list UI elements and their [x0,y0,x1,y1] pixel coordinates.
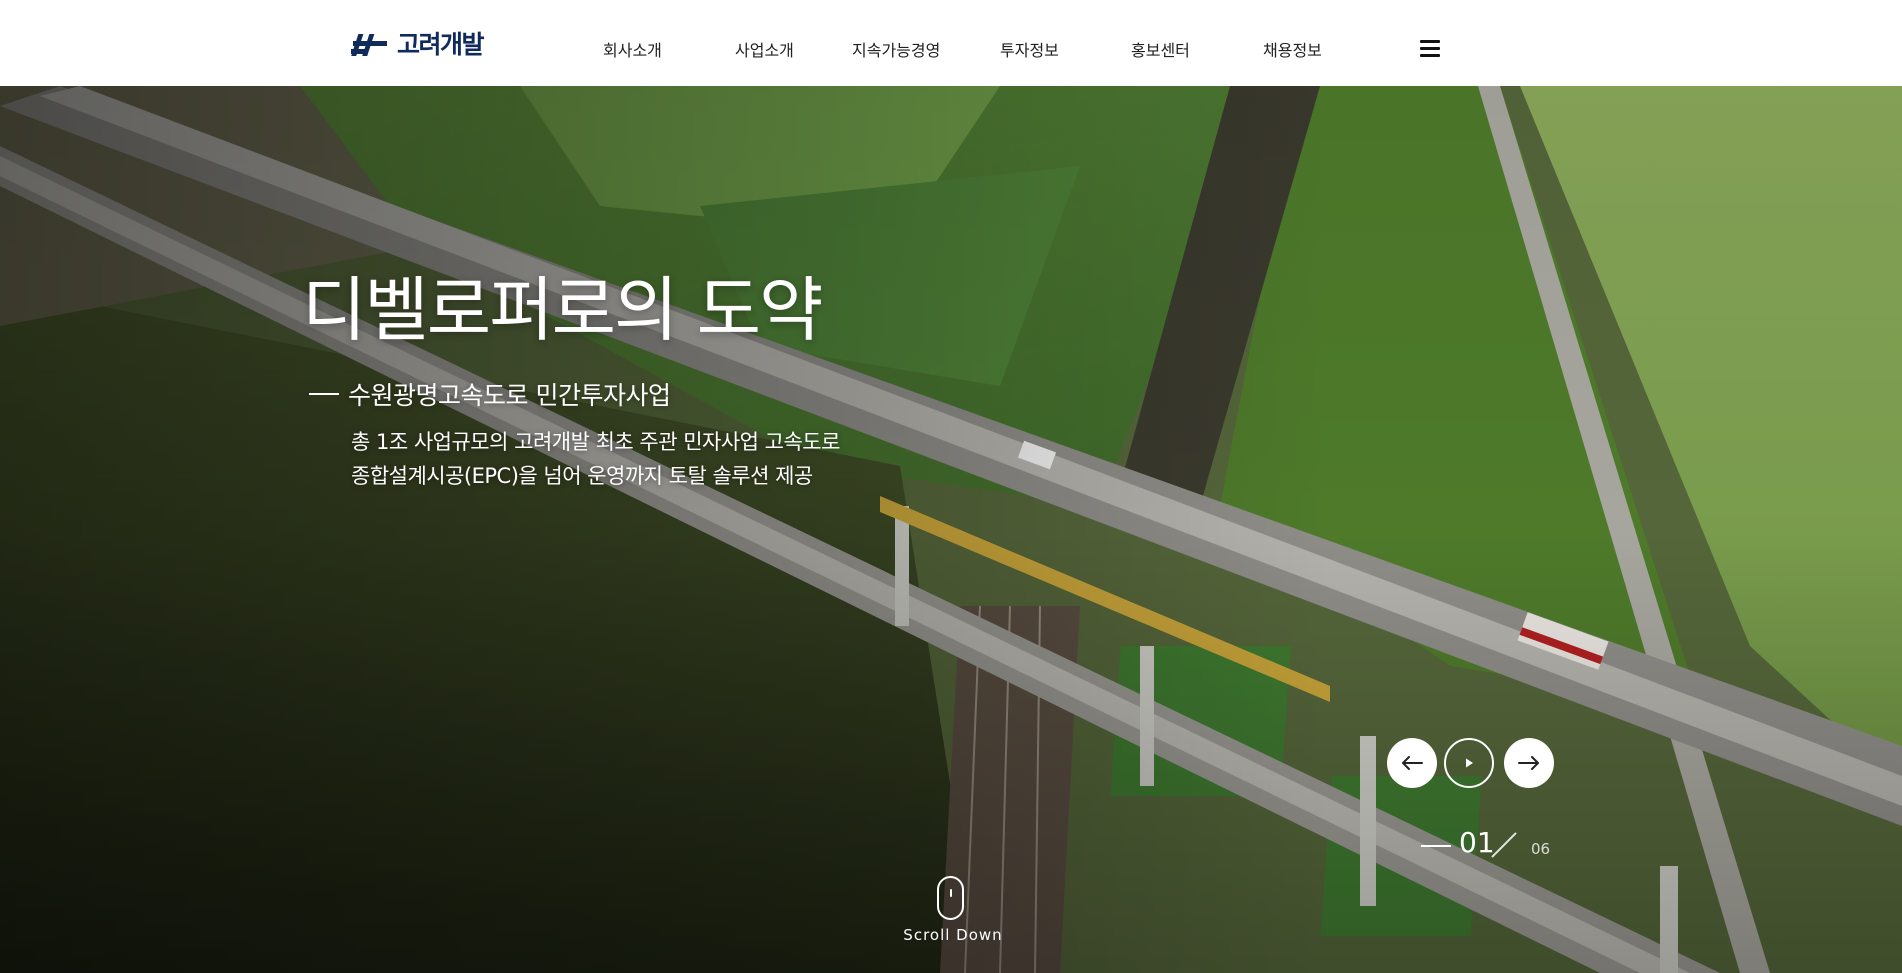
hero-description-line: 총 1조 사업규모의 고려개발 최초 주관 민자사업 고속도로 [351,430,840,454]
hamburger-icon[interactable] [1419,38,1443,59]
logo[interactable]: 고려개발 [351,30,485,59]
hero-title: 디벨로퍼로의 도약 [302,269,823,351]
slide-total: 06 [1531,840,1551,858]
mouse-icon [937,876,964,920]
site-header: 고려개발 회사소개 사업소개 지속가능경영 투자정보 홍보센터 채용정보 [0,0,1902,86]
nav-item-sustainability[interactable]: 지속가능경영 [852,37,940,61]
nav-item-pr-center[interactable]: 홍보센터 [1131,37,1190,61]
hero-subtitle-text: 수원광명고속도로 민간투자사업 [348,381,671,410]
logo-text: 고려개발 [397,30,485,59]
subtitle-dash [309,393,339,395]
nav-item-careers[interactable]: 채용정보 [1263,37,1322,61]
arrow-right-icon [1518,756,1539,770]
slider-next-button[interactable] [1504,738,1554,788]
slider-prev-button[interactable] [1387,738,1437,788]
hero-slider: 디벨로퍼로의 도약 수원광명고속도로 민간투자사업 총 1조 사업규모의 고려개… [0,86,1902,973]
hero-description: 총 1조 사업규모의 고려개발 최초 주관 민자사업 고속도로 종합설계시공(E… [351,425,840,493]
nav-item-investor[interactable]: 투자정보 [1000,37,1059,61]
hero-overlay [0,86,1902,973]
arrow-left-icon [1402,756,1423,770]
nav-item-business[interactable]: 사업소개 [735,37,794,61]
hero-description-line: 종합설계시공(EPC)을 넘어 운영까지 토탈 솔루션 제공 [351,464,813,488]
scroll-down-button[interactable]: Scroll Down [895,876,1011,946]
hero-subtitle: 수원광명고속도로 민간투자사업 [309,376,671,412]
play-icon [1466,758,1473,768]
nav-item-company[interactable]: 회사소개 [603,37,662,61]
logo-mark-icon [351,34,387,56]
counter-dash [1421,845,1451,847]
slider-play-button[interactable] [1444,738,1494,788]
slide-current: 01 [1459,826,1495,859]
scroll-down-label: Scroll Down [903,926,1003,944]
